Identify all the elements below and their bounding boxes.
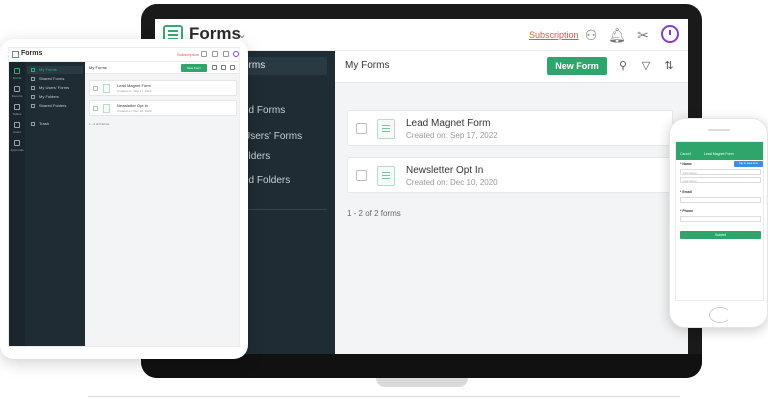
phone-screen: Cancel Lead Magnet Form Tap to save form… — [675, 141, 764, 301]
user-switch-icon[interactable]: ⚇ — [581, 25, 601, 45]
tablet-sidebar-item-my-forms[interactable]: My Forms — [39, 67, 57, 72]
phone-field-label: * Phone — [680, 209, 694, 213]
users-forms-icon — [31, 86, 35, 90]
sidebar-divider — [245, 209, 327, 210]
tablet-forms-count: 1 - 2 of 2 forms — [89, 122, 110, 126]
phone-form-title: Lead Magnet Form — [704, 152, 734, 156]
tablet-header: Forms Subscription — [9, 48, 239, 62]
subscription-link[interactable]: Subscription — [529, 30, 579, 40]
form-created-date: Created on: Dec 10, 2020 — [406, 178, 498, 187]
form-checkbox[interactable] — [356, 170, 367, 181]
main-content: My Forms New Form ⚲ ▽ ⇅ Lead Magnet Form… — [335, 51, 688, 354]
email-input[interactable] — [680, 197, 761, 203]
filter-icon[interactable] — [221, 65, 226, 70]
form-title[interactable]: Newsletter Opt In — [406, 165, 483, 176]
tablet-sidebar-item-shared-forms[interactable]: Shared Forms — [39, 76, 64, 81]
email-field-label: * Email — [680, 190, 692, 194]
form-card[interactable]: Lead Magnet Form Created on: Sep 17, 202… — [347, 110, 673, 146]
tablet-toolbar: My Forms New Form — [85, 62, 239, 74]
tablet-app-title[interactable]: Forms — [21, 50, 42, 57]
tools-icon[interactable]: ✂ — [633, 25, 653, 45]
shared-forms-icon — [31, 77, 35, 81]
tablet-screen: Forms Subscription Forms Reports Tables … — [8, 47, 240, 347]
tablet-form-card[interactable]: Newsletter Opt In Created on: Dec 10, 20… — [89, 100, 237, 116]
tablet-sidebar-item-my-folders[interactable]: My Folders — [39, 94, 59, 99]
sidebar-item-shared-forms[interactable]: ed Forms — [243, 105, 285, 116]
phone-cancel-button[interactable]: Cancel — [680, 152, 691, 156]
first-name-input[interactable]: First Name — [680, 169, 761, 175]
bell-icon[interactable]: 🔔︎ — [607, 25, 627, 45]
profile-icon[interactable] — [661, 25, 679, 43]
forms-logo-icon — [12, 51, 19, 58]
submit-button[interactable]: Submit — [680, 231, 761, 239]
rail-label-reports: Reports — [11, 94, 23, 98]
laptop-base — [376, 378, 468, 387]
tablet-subscription-link[interactable]: Subscription — [177, 52, 199, 57]
last-name-placeholder: Last Name — [683, 179, 697, 183]
forms-count: 1 - 2 of 2 forms — [347, 209, 401, 218]
phone-home-button[interactable] — [709, 307, 731, 323]
sidebar-item-users-forms[interactable]: Users' Forms — [243, 131, 302, 142]
phone-save-tip[interactable]: Tap to save form — [734, 161, 763, 167]
rail-label-approvals: Approvals — [10, 148, 24, 152]
new-form-button[interactable]: New Form — [547, 57, 607, 75]
users-rail-icon[interactable] — [14, 122, 20, 128]
phone-status-bar — [676, 142, 763, 150]
tablet-new-form-button[interactable]: New Form — [181, 64, 207, 72]
tablet-form-created-date: Created on: Sep 17, 2022 — [117, 89, 152, 93]
reports-rail-icon[interactable] — [14, 86, 20, 92]
tablet-sidebar-item-shared-folders[interactable]: Shared Folders — [39, 103, 66, 108]
form-document-icon — [377, 166, 395, 186]
sort-icon[interactable] — [230, 65, 235, 70]
tables-rail-icon[interactable] — [14, 104, 20, 110]
bell-icon[interactable] — [212, 51, 218, 57]
form-document-icon — [103, 104, 110, 113]
tablet-sidebar-item-trash[interactable]: Trash — [39, 121, 49, 126]
form-checkbox[interactable] — [356, 123, 367, 134]
phone-input[interactable] — [680, 216, 761, 222]
tablet-sidebar: My Forms Shared Forms My Users' Forms My… — [25, 62, 85, 346]
user-switch-icon[interactable] — [201, 51, 207, 57]
shared-folders-icon — [31, 104, 35, 108]
first-name-placeholder: First Name — [683, 171, 697, 175]
form-card[interactable]: Newsletter Opt In Created on: Dec 10, 20… — [347, 157, 673, 193]
form-document-icon — [103, 84, 110, 93]
form-title[interactable]: Lead Magnet Form — [406, 118, 491, 129]
name-field-label: * Name — [680, 162, 692, 166]
form-created-date: Created on: Sep 17, 2022 — [406, 131, 498, 140]
tablet-main-content: My Forms New Form Lead Magnet Form Creat… — [85, 62, 239, 346]
phone-frame: Cancel Lead Magnet Form Tap to save form… — [669, 118, 768, 328]
form-checkbox[interactable] — [93, 86, 98, 91]
tablet-form-title[interactable]: Lead Magnet Form — [117, 83, 151, 88]
search-icon[interactable]: ⚲ — [615, 58, 631, 74]
tablet-frame: Forms Subscription Forms Reports Tables … — [0, 39, 248, 359]
forms-rail-icon[interactable] — [14, 68, 20, 74]
phone-speaker — [708, 129, 730, 131]
search-icon[interactable] — [212, 65, 217, 70]
trash-icon — [31, 122, 35, 126]
tools-icon[interactable] — [223, 51, 229, 57]
profile-icon[interactable] — [233, 51, 239, 57]
filter-icon[interactable]: ▽ — [638, 58, 654, 74]
approvals-rail-icon[interactable] — [14, 140, 20, 146]
form-checkbox[interactable] — [93, 106, 98, 111]
tablet-page-title: My Forms — [89, 65, 107, 70]
form-document-icon — [377, 119, 395, 139]
tablet-sidebar-item-users-forms[interactable]: My Users' Forms — [39, 85, 69, 90]
tablet-app-rail: Forms Reports Tables Users Approvals — [9, 62, 25, 346]
my-folders-icon — [31, 95, 35, 99]
rail-label-forms: Forms — [12, 76, 22, 80]
rail-label-users: Users — [13, 130, 21, 134]
floor-line — [88, 396, 680, 397]
sort-icon[interactable]: ⇅ — [661, 58, 677, 74]
tablet-form-title[interactable]: Newsletter Opt In — [117, 103, 148, 108]
rail-label-tables: Tables — [12, 112, 22, 116]
last-name-input[interactable]: Last Name — [680, 177, 761, 183]
sidebar-item-shared-folders[interactable]: ed Folders — [243, 175, 290, 186]
page-title: My Forms — [345, 60, 390, 71]
my-forms-icon — [31, 68, 35, 72]
tablet-form-created-date: Created on: Dec 10, 2020 — [117, 109, 152, 113]
main-toolbar: My Forms New Form ⚲ ▽ ⇅ — [335, 51, 688, 83]
tablet-form-card[interactable]: Lead Magnet Form Created on: Sep 17, 202… — [89, 80, 237, 96]
